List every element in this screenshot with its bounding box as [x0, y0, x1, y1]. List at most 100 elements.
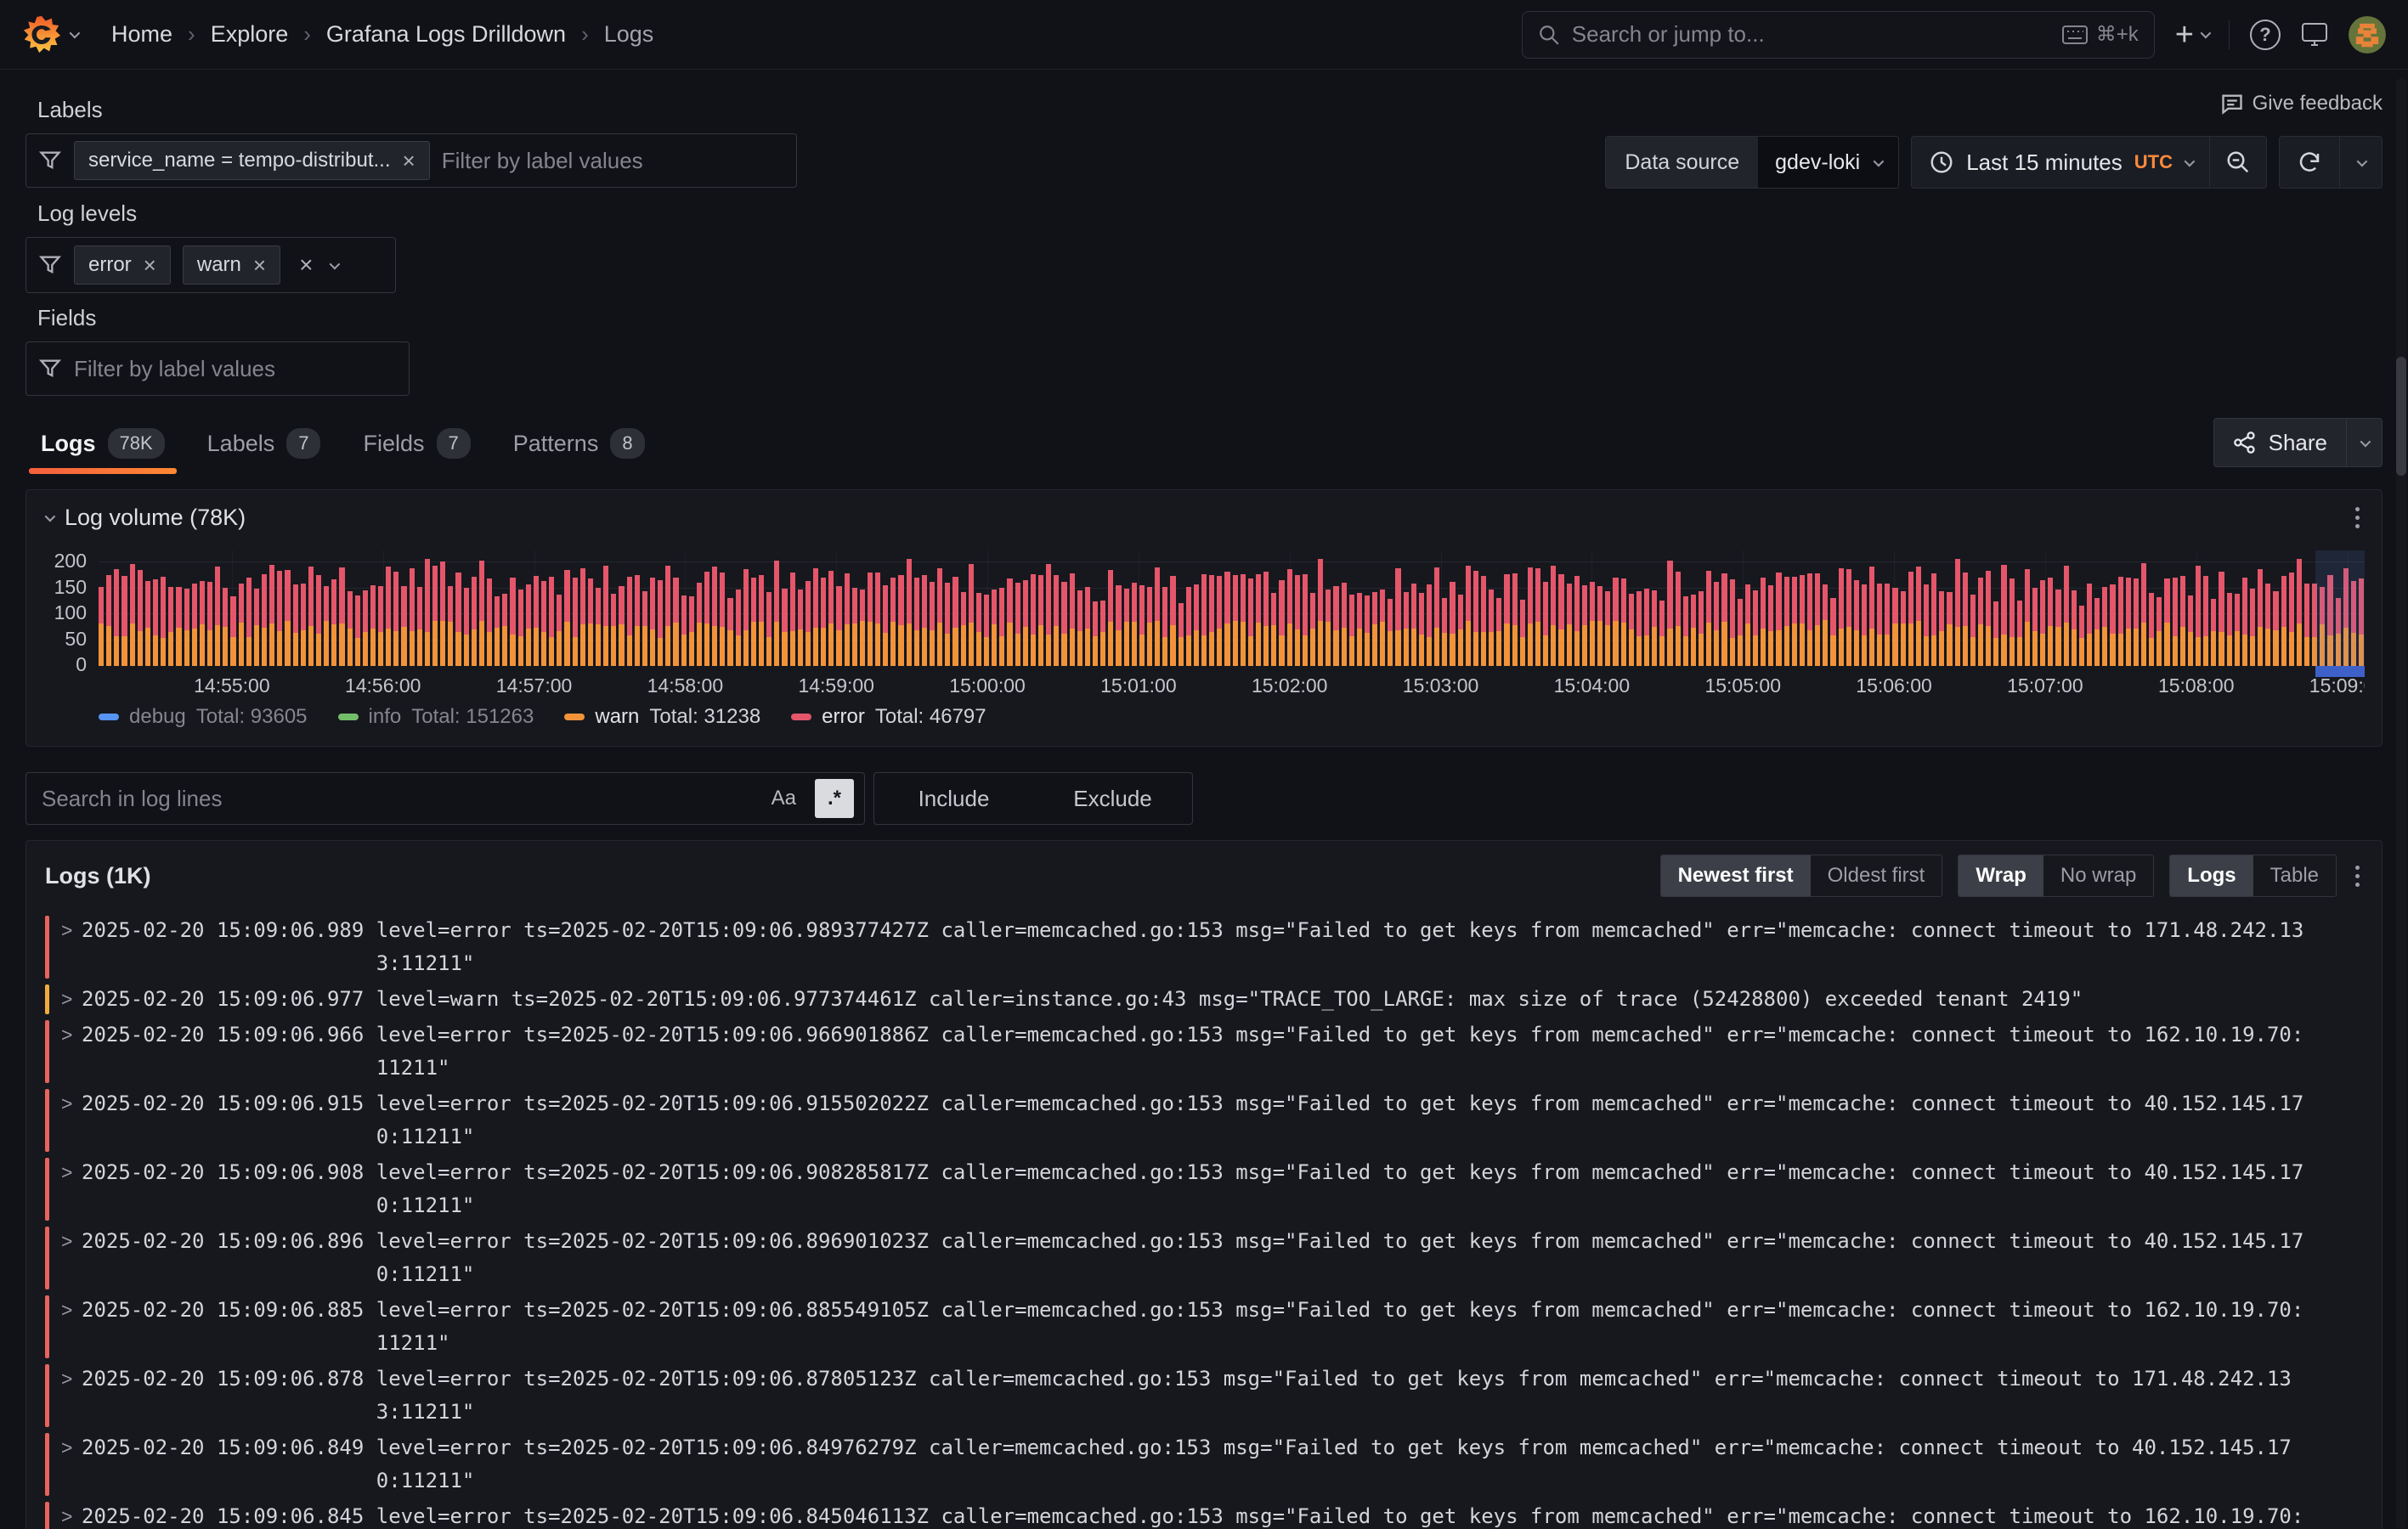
- volume-bar[interactable]: [1372, 592, 1377, 666]
- case-sensitivity-toggle[interactable]: Aa: [766, 781, 801, 815]
- volume-bar[interactable]: [526, 584, 531, 666]
- volume-bar[interactable]: [961, 592, 966, 666]
- volume-bar[interactable]: [1241, 574, 1246, 667]
- log-line-search[interactable]: Aa .*: [25, 772, 865, 825]
- volume-bar[interactable]: [2281, 576, 2286, 666]
- time-range-button[interactable]: Last 15 minutes UTC: [1912, 137, 2209, 188]
- volume-bar[interactable]: [1567, 584, 1572, 666]
- volume-bar[interactable]: [2273, 591, 2278, 666]
- volume-bar[interactable]: [1676, 572, 1681, 666]
- volume-bar[interactable]: [736, 590, 741, 666]
- volume-bar[interactable]: [588, 578, 593, 666]
- volume-bar[interactable]: [1621, 578, 1626, 666]
- log-level-chip[interactable]: error×: [74, 245, 171, 285]
- expand-row-icon[interactable]: >: [61, 1018, 82, 1085]
- volume-bar[interactable]: [215, 567, 220, 667]
- volume-bar[interactable]: [2235, 594, 2240, 666]
- volume-bar[interactable]: [875, 573, 880, 666]
- volume-bar[interactable]: [1745, 584, 1750, 666]
- log-row[interactable]: >2025-02-20 15:09:06.915 level=error ts=…: [45, 1087, 2309, 1154]
- log-row[interactable]: >2025-02-20 15:09:06.885 level=error ts=…: [45, 1294, 2309, 1360]
- tab-logs[interactable]: Logs78K: [25, 420, 180, 474]
- datasource-picker[interactable]: Data source gdev-loki: [1605, 136, 1899, 189]
- volume-bar[interactable]: [1473, 571, 1478, 666]
- volume-bar[interactable]: [697, 583, 702, 666]
- volume-bar[interactable]: [1342, 583, 1347, 666]
- volume-bar[interactable]: [1442, 598, 1447, 666]
- volume-bar[interactable]: [1201, 574, 1207, 666]
- volume-bar[interactable]: [285, 570, 290, 666]
- volume-bar[interactable]: [619, 586, 624, 666]
- volume-bar[interactable]: [308, 567, 314, 666]
- volume-bar[interactable]: [1924, 584, 1929, 666]
- volume-bar[interactable]: [378, 586, 383, 666]
- volume-bar[interactable]: [1986, 571, 1991, 666]
- volume-bar[interactable]: [448, 586, 453, 666]
- volume-bar[interactable]: [573, 578, 578, 666]
- log-row[interactable]: >2025-02-20 15:09:06.849 level=error ts=…: [45, 1431, 2309, 1498]
- volume-bar[interactable]: [1714, 582, 1719, 666]
- volume-bar[interactable]: [230, 596, 235, 666]
- volume-bar[interactable]: [348, 591, 353, 666]
- volume-bar[interactable]: [472, 577, 477, 666]
- volume-bar[interactable]: [1512, 573, 1518, 666]
- log-row[interactable]: >2025-02-20 15:09:06.878 level=error ts=…: [45, 1363, 2309, 1429]
- volume-bar[interactable]: [1046, 564, 1051, 666]
- remove-chip-icon[interactable]: ×: [403, 150, 415, 172]
- volume-bar[interactable]: [782, 589, 787, 666]
- volume-bar[interactable]: [534, 576, 539, 666]
- volume-bar[interactable]: [1504, 574, 1509, 666]
- volume-bar[interactable]: [999, 588, 1004, 666]
- volume-bar[interactable]: [1318, 559, 1323, 666]
- volume-bar[interactable]: [914, 578, 919, 666]
- volume-bar[interactable]: [432, 566, 438, 666]
- volume-bar[interactable]: [464, 588, 469, 666]
- volume-bar[interactable]: [1908, 572, 1913, 666]
- volume-bar[interactable]: [1543, 582, 1548, 666]
- volume-bar[interactable]: [1683, 596, 1688, 666]
- volume-bar[interactable]: [845, 573, 850, 666]
- volume-bar[interactable]: [1939, 591, 1944, 666]
- volume-bar[interactable]: [1217, 576, 1222, 666]
- volume-bar[interactable]: [114, 569, 119, 666]
- volume-bar[interactable]: [541, 581, 546, 666]
- volume-bar[interactable]: [2048, 578, 2053, 666]
- expand-row-icon[interactable]: >: [61, 1500, 82, 1529]
- volume-bar[interactable]: [907, 559, 912, 666]
- volume-bar[interactable]: [2118, 577, 2123, 666]
- volume-bar[interactable]: [440, 561, 445, 666]
- volume-bar[interactable]: [1489, 590, 1494, 666]
- volume-bar[interactable]: [1388, 599, 1393, 667]
- legend-item-error[interactable]: errorTotal: 46797: [791, 705, 986, 729]
- refresh-button[interactable]: [2280, 137, 2339, 188]
- volume-bar[interactable]: [1450, 582, 1455, 666]
- share-dropdown-button[interactable]: [2346, 419, 2382, 466]
- volume-bar[interactable]: [1699, 591, 1704, 666]
- volume-bar[interactable]: [355, 595, 360, 666]
- volume-bar[interactable]: [930, 582, 935, 666]
- volume-bar[interactable]: [1862, 584, 1867, 666]
- volume-bar[interactable]: [1310, 593, 1315, 666]
- volume-bar[interactable]: [1768, 585, 1773, 666]
- volume-bar[interactable]: [1139, 585, 1145, 666]
- expand-row-icon[interactable]: >: [61, 1225, 82, 1291]
- volume-bar[interactable]: [1885, 584, 1890, 666]
- volume-bar[interactable]: [1753, 590, 1758, 666]
- volume-bar[interactable]: [1248, 578, 1253, 666]
- volume-bar[interactable]: [681, 595, 687, 666]
- volume-bar[interactable]: [2188, 595, 2193, 666]
- volume-bar[interactable]: [2001, 565, 2006, 666]
- volume-bar[interactable]: [1784, 577, 1789, 666]
- volume-bar[interactable]: [1233, 575, 1238, 666]
- volume-bar[interactable]: [1597, 586, 1603, 666]
- volume-bar[interactable]: [1590, 582, 1595, 666]
- volume-bar[interactable]: [239, 584, 244, 666]
- volume-bar[interactable]: [805, 581, 811, 666]
- refresh-interval-dropdown[interactable]: [2339, 137, 2382, 188]
- tab-patterns[interactable]: Patterns8: [498, 420, 660, 474]
- org-switcher-chevron-icon[interactable]: [70, 28, 81, 39]
- volume-bar[interactable]: [2289, 573, 2294, 666]
- volume-bar[interactable]: [1978, 578, 1983, 666]
- volume-bar[interactable]: [1659, 601, 1665, 666]
- volume-bar[interactable]: [1815, 573, 1820, 666]
